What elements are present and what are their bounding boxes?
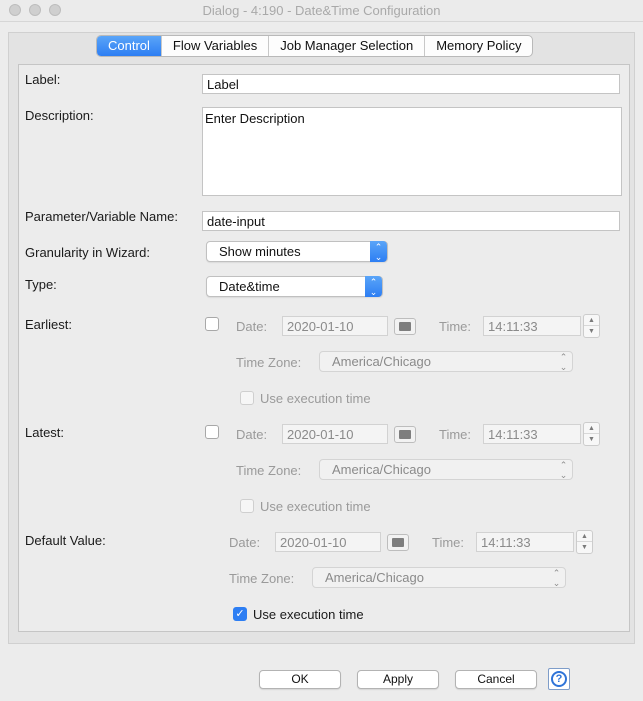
earliest-timezone-select[interactable]: America/Chicago ⌃ ⌄ — [319, 351, 573, 372]
description-field-label: Description: — [25, 108, 94, 123]
title-bar: Dialog - 4:190 - Date&Time Configuration — [0, 0, 643, 22]
calendar-icon[interactable] — [394, 318, 416, 335]
granularity-label: Granularity in Wizard: — [25, 245, 150, 260]
tab-memory-policy[interactable]: Memory Policy — [425, 36, 532, 56]
chevron-updown-icon: ⌃ ⌄ — [370, 241, 387, 262]
latest-time-spinner[interactable]: ▲ ▼ — [583, 422, 600, 446]
earliest-time-input[interactable] — [483, 316, 581, 336]
type-value: Date&time — [219, 279, 280, 294]
chevron-updown-icon: ⌃ ⌄ — [559, 352, 568, 372]
parameter-name-input[interactable] — [202, 211, 620, 231]
latest-timezone-select[interactable]: America/Chicago ⌃ ⌄ — [319, 459, 573, 480]
default-value-label: Default Value: — [25, 533, 106, 548]
label-field-label: Label: — [25, 72, 61, 87]
tab-flow-variables[interactable]: Flow Variables — [162, 36, 270, 56]
spinner-up-icon[interactable]: ▲ — [577, 531, 592, 542]
latest-date-input[interactable] — [282, 424, 388, 444]
spinner-down-icon[interactable]: ▼ — [584, 434, 599, 445]
calendar-icon[interactable] — [394, 426, 416, 443]
window-title: Dialog - 4:190 - Date&Time Configuration — [202, 3, 441, 18]
chevron-updown-icon: ⌃ ⌄ — [559, 460, 568, 480]
earliest-use-exec-checkbox[interactable] — [240, 391, 254, 405]
cancel-button[interactable]: Cancel — [455, 670, 537, 689]
default-timezone-label: Time Zone: — [229, 571, 295, 586]
description-textarea[interactable]: Enter Description — [202, 107, 622, 196]
spinner-down-icon[interactable]: ▼ — [577, 542, 592, 553]
calendar-icon[interactable] — [387, 534, 409, 551]
tab-control[interactable]: Control — [97, 36, 162, 56]
chevron-updown-icon: ⌃ ⌄ — [552, 568, 561, 588]
granularity-value: Show minutes — [219, 244, 301, 259]
parameter-name-label: Parameter/Variable Name: — [25, 209, 178, 224]
default-date-input[interactable] — [275, 532, 381, 552]
earliest-timezone-value: America/Chicago — [332, 354, 431, 369]
earliest-label: Earliest: — [25, 317, 72, 332]
default-time-input[interactable] — [476, 532, 574, 552]
latest-label: Latest: — [25, 425, 65, 440]
earliest-time-spinner[interactable]: ▲ ▼ — [583, 314, 600, 338]
granularity-select[interactable]: Show minutes ⌃ ⌄ — [206, 241, 388, 262]
default-date-label: Date: — [229, 535, 261, 550]
latest-enable-checkbox[interactable] — [205, 425, 219, 439]
earliest-date-label: Date: — [236, 319, 268, 334]
default-timezone-value: America/Chicago — [325, 570, 424, 585]
default-use-exec-label: Use execution time — [253, 607, 364, 622]
latest-time-input[interactable] — [483, 424, 581, 444]
chevron-updown-icon: ⌃ ⌄ — [365, 276, 382, 297]
spinner-up-icon[interactable]: ▲ — [584, 315, 599, 326]
earliest-date-input[interactable] — [282, 316, 388, 336]
spinner-down-icon[interactable]: ▼ — [584, 326, 599, 337]
earliest-use-exec-label: Use execution time — [260, 391, 371, 406]
default-timezone-select[interactable]: America/Chicago ⌃ ⌄ — [312, 567, 566, 588]
latest-timezone-label: Time Zone: — [236, 463, 302, 478]
tab-bar: Control Flow Variables Job Manager Selec… — [96, 35, 534, 57]
latest-time-label: Time: — [439, 427, 472, 442]
spinner-up-icon[interactable]: ▲ — [584, 423, 599, 434]
latest-date-label: Date: — [236, 427, 268, 442]
earliest-timezone-label: Time Zone: — [236, 355, 302, 370]
label-input[interactable] — [202, 74, 620, 94]
earliest-enable-checkbox[interactable] — [205, 317, 219, 331]
apply-button[interactable]: Apply — [357, 670, 439, 689]
latest-timezone-value: America/Chicago — [332, 462, 431, 477]
ok-button[interactable]: OK — [259, 670, 341, 689]
latest-use-exec-checkbox[interactable] — [240, 499, 254, 513]
help-icon: ? — [551, 671, 567, 687]
tab-job-manager-selection[interactable]: Job Manager Selection — [269, 36, 426, 56]
earliest-time-label: Time: — [439, 319, 472, 334]
type-label: Type: — [25, 277, 57, 292]
type-select[interactable]: Date&time ⌃ ⌄ — [206, 276, 383, 297]
latest-use-exec-label: Use execution time — [260, 499, 371, 514]
default-use-exec-checkbox[interactable]: ✓ — [233, 607, 247, 621]
default-time-spinner[interactable]: ▲ ▼ — [576, 530, 593, 554]
default-time-label: Time: — [432, 535, 465, 550]
help-button[interactable]: ? — [548, 668, 570, 690]
